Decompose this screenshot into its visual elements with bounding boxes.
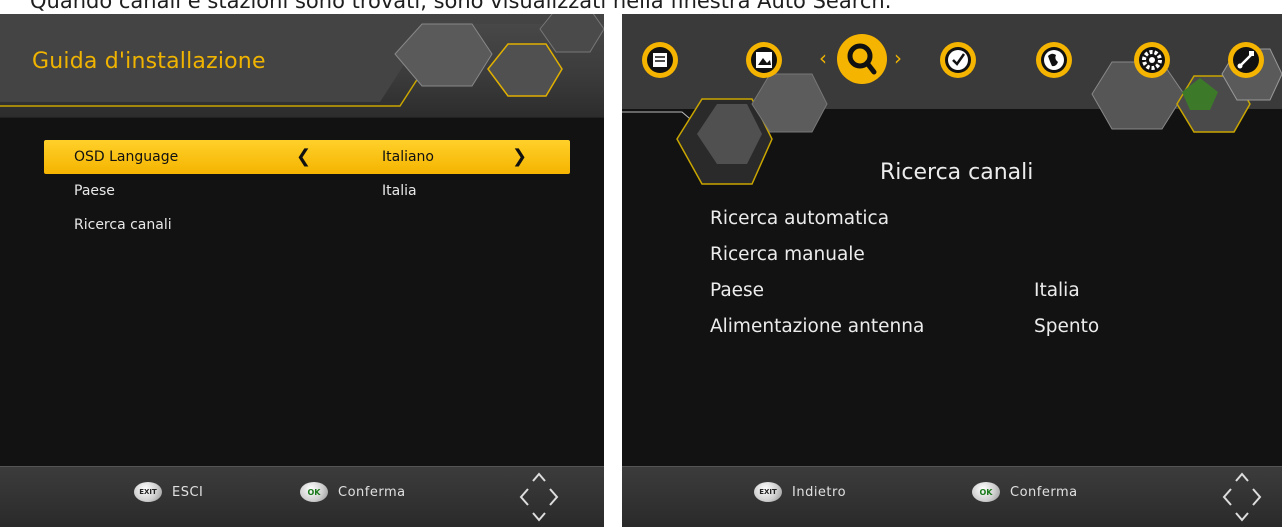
back-key-hint[interactable]: EXIT Indietro bbox=[754, 481, 846, 503]
dpad-icon bbox=[1222, 472, 1262, 522]
media-icon[interactable] bbox=[744, 38, 784, 82]
menu-item-value: Italia bbox=[1034, 280, 1080, 301]
back-label: Indietro bbox=[792, 484, 847, 500]
chevron-left-icon[interactable]: ‹ bbox=[819, 46, 827, 70]
setting-row-paese[interactable]: Paese Italia bbox=[44, 174, 570, 208]
exit-button-icon: EXIT bbox=[754, 482, 782, 502]
setting-label: OSD Language bbox=[74, 149, 179, 165]
installation-guide-screen: Guida d'installazione OSD Language ❮ Ita… bbox=[0, 14, 604, 527]
menu-item-label: Paese bbox=[710, 280, 765, 301]
setting-value: Italia bbox=[382, 183, 417, 199]
footer-bar: EXIT Indietro OK Conferma bbox=[622, 466, 1282, 527]
setting-value: Italiano bbox=[382, 149, 434, 165]
ok-button-icon: OK bbox=[300, 482, 328, 502]
ok-key-hint[interactable]: OK Conferma bbox=[972, 481, 1078, 503]
ok-label: Conferma bbox=[1010, 484, 1078, 500]
menu-item-paese[interactable]: Paese Italia bbox=[710, 276, 1270, 312]
ok-label: Conferma bbox=[338, 484, 406, 500]
usb-icon[interactable] bbox=[1226, 38, 1266, 82]
menu-item-value: Spento bbox=[1034, 316, 1100, 337]
menu-item-label: Alimentazione antenna bbox=[710, 316, 925, 337]
page-title: Ricerca canali bbox=[880, 160, 1034, 185]
exit-label: ESCI bbox=[172, 484, 204, 500]
exit-key-hint[interactable]: EXIT ESCI bbox=[134, 481, 203, 503]
info-icon[interactable] bbox=[640, 38, 680, 82]
channel-search-menu: Ricerca automatica Ricerca manuale Paese… bbox=[710, 204, 1270, 348]
menu-item-alimentazione-antenna[interactable]: Alimentazione antenna Spento bbox=[710, 312, 1270, 348]
clock-icon[interactable] bbox=[938, 38, 978, 82]
footer-bar: EXIT ESCI OK Conferma bbox=[0, 466, 604, 527]
setting-row-ricerca-canali[interactable]: Ricerca canali bbox=[44, 208, 570, 242]
setting-row-osd-language[interactable]: OSD Language ❮ Italiano ❯ bbox=[44, 140, 570, 174]
caption: Quando canali e stazioni sono trovati, s… bbox=[30, 0, 892, 13]
header-bar: Guida d'installazione bbox=[0, 14, 604, 118]
exit-button-icon: EXIT bbox=[134, 482, 162, 502]
menu-item-ricerca-automatica[interactable]: Ricerca automatica bbox=[710, 204, 1270, 240]
setting-label: Paese bbox=[74, 183, 115, 199]
page-title: Guida d'installazione bbox=[32, 49, 266, 74]
chevron-right-icon[interactable]: › bbox=[894, 46, 902, 70]
settings-list: OSD Language ❮ Italiano ❯ Paese Italia R… bbox=[44, 140, 570, 242]
chevron-right-icon[interactable]: ❯ bbox=[512, 146, 527, 167]
menu-header: ‹ › Ricerca canali bbox=[622, 14, 1282, 199]
search-icon[interactable] bbox=[836, 32, 888, 86]
dpad-icon bbox=[519, 472, 559, 522]
menu-item-ricerca-manuale[interactable]: Ricerca manuale bbox=[710, 240, 1270, 276]
globe-icon[interactable] bbox=[1034, 38, 1074, 82]
gear-icon[interactable] bbox=[1132, 38, 1172, 82]
chevron-left-icon[interactable]: ❮ bbox=[296, 146, 311, 167]
ok-key-hint[interactable]: OK Conferma bbox=[300, 481, 406, 503]
channel-search-screen: ‹ › Ricerca canali Ricerca automatica Ri… bbox=[622, 14, 1282, 527]
setting-label: Ricerca canali bbox=[74, 217, 172, 233]
menu-item-label: Ricerca manuale bbox=[710, 244, 865, 265]
ok-button-icon: OK bbox=[972, 482, 1000, 502]
menu-item-label: Ricerca automatica bbox=[710, 208, 890, 229]
